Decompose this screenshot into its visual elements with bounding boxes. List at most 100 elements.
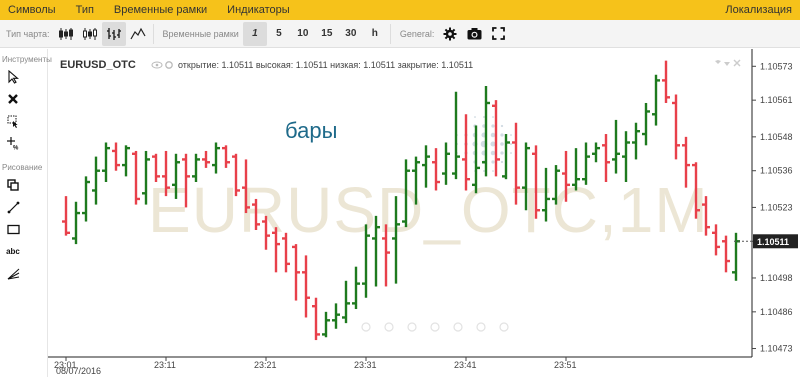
pointer-tool-button[interactable] xyxy=(1,66,25,88)
chevron-down-icon[interactable] xyxy=(724,62,730,66)
menu-indicators[interactable]: Индикаторы xyxy=(217,4,300,16)
ohlc-bar xyxy=(342,280,350,324)
watermark-logo-icon xyxy=(455,115,513,173)
time-axis[interactable]: 23:01 23:11 23:21 23:31 23:41 23:51 xyxy=(48,356,752,370)
tools-section-label: Инструменты xyxy=(2,55,52,64)
ohlc-bar xyxy=(732,232,740,281)
toolbar-divider xyxy=(152,23,154,44)
heart-icon[interactable] xyxy=(715,60,721,64)
ohlc-bar xyxy=(332,303,340,329)
ohlc-bar xyxy=(62,196,70,236)
price-tick-label: 1.10498 xyxy=(760,273,793,283)
copy-icon xyxy=(7,179,19,191)
fan-icon xyxy=(7,268,19,279)
chart-watermark: EURUSD_OTC,1M xyxy=(148,174,709,246)
close-icon[interactable] xyxy=(733,59,741,67)
rectangle-icon xyxy=(6,224,20,234)
ohlc-bar xyxy=(292,244,300,301)
logo-dot xyxy=(491,160,495,164)
bars-icon xyxy=(106,27,121,40)
fullscreen-icon xyxy=(491,27,505,40)
symbol-title: EURUSD_OTC xyxy=(60,59,136,71)
logo-dot xyxy=(510,134,512,136)
menu-localization[interactable]: Локализация xyxy=(715,4,800,16)
crosshair-icon: % xyxy=(6,136,19,150)
price-tick-label: 1.10561 xyxy=(760,95,793,105)
general-label: General: xyxy=(399,28,435,39)
crosshair-tool-button[interactable]: % xyxy=(1,132,25,154)
settings-small-icon[interactable] xyxy=(165,61,173,69)
chart-type-caption: бары xyxy=(285,118,337,143)
draw-section-label: Рисование xyxy=(2,163,43,172)
nav-dot-icon xyxy=(453,322,463,332)
menu-type[interactable]: Тип xyxy=(66,4,104,16)
fullscreen-button[interactable] xyxy=(486,22,510,46)
price-axis[interactable]: 1.10573 1.10561 1.10548 1.10536 1.10523 1.105… xyxy=(751,49,793,357)
ohlc-bar xyxy=(662,60,670,103)
chart-type-bars-button[interactable] xyxy=(101,21,126,46)
timeframe-h-button[interactable]: h xyxy=(363,22,387,46)
price-tick-label: 1.10473 xyxy=(760,344,793,354)
delete-tool-button[interactable] xyxy=(1,88,25,110)
price-chart[interactable]: EURUSD_OTC,1M бары 1.10573 1.10561 1.10548… xyxy=(48,49,800,377)
logo-dot xyxy=(500,142,504,146)
nav-dot-icon xyxy=(499,322,509,332)
ohlc-bar xyxy=(722,235,730,273)
price-tag-label: 1.10511 xyxy=(757,237,789,247)
ohlc-bar xyxy=(452,91,460,180)
ohlc-bar xyxy=(302,255,310,318)
ohlc-bar xyxy=(82,176,90,222)
settings-button[interactable] xyxy=(438,22,462,46)
zoom-select-tool-button[interactable] xyxy=(1,110,25,132)
time-tick-label: 23:21 xyxy=(254,360,277,370)
timeframe-5-button[interactable]: 5 xyxy=(267,22,291,46)
timeframe-1-button[interactable]: 1 xyxy=(242,21,267,46)
rectangle-tool-button[interactable] xyxy=(1,218,25,240)
trendline-tool-button[interactable] xyxy=(1,196,25,218)
ohlc-bar xyxy=(642,102,650,146)
nav-dot-icon xyxy=(361,322,371,332)
logo-dot xyxy=(490,141,496,147)
close-icon xyxy=(8,94,18,104)
logo-dot xyxy=(500,151,504,155)
chart-controls[interactable] xyxy=(715,59,741,67)
price-tick-label: 1.10573 xyxy=(760,61,793,71)
menu-symbols[interactable]: Символы xyxy=(0,4,66,16)
fan-tool-button[interactable] xyxy=(1,262,25,284)
ohlc-bar xyxy=(72,201,80,245)
trendline-icon xyxy=(7,201,19,213)
chart-type-candles-button[interactable] xyxy=(54,22,78,46)
chart-navigation-icons xyxy=(361,322,509,332)
ohlc-bar xyxy=(212,142,220,174)
ohlc-bar xyxy=(122,145,130,177)
ohlc-bar xyxy=(352,266,360,310)
toolbar-divider xyxy=(389,23,391,44)
text-tool-button[interactable]: abc xyxy=(1,240,25,262)
chart-type-line-button[interactable] xyxy=(126,22,150,46)
logo-dot xyxy=(474,116,476,118)
copy-tool-button[interactable] xyxy=(1,174,25,196)
text-tool-icon: abc xyxy=(6,246,20,256)
chart-type-hollow-candles-button[interactable] xyxy=(78,22,102,46)
ohlc-bar xyxy=(202,150,210,168)
menu-timeframes[interactable]: Временные рамки xyxy=(104,4,217,16)
nav-dot-icon xyxy=(430,322,440,332)
screenshot-button[interactable] xyxy=(462,22,486,46)
current-price-tag: 1.10511 xyxy=(734,234,798,249)
ohlc-bar xyxy=(102,142,110,183)
ohlc-bar xyxy=(652,74,660,126)
ohlc-bar xyxy=(612,119,620,174)
ohlc-bar xyxy=(132,150,140,205)
line-icon xyxy=(130,27,146,39)
eye-icon[interactable] xyxy=(151,61,163,69)
chart-type-label: Тип чарта: xyxy=(6,28,50,39)
ohlc-bar xyxy=(322,311,330,338)
timeframe-15-button[interactable]: 15 xyxy=(315,22,339,46)
logo-dot xyxy=(492,116,494,118)
logo-dot xyxy=(482,115,486,119)
timeframe-10-button[interactable]: 10 xyxy=(291,22,315,46)
ohlc-bar xyxy=(712,224,720,256)
ohlc-bar xyxy=(92,156,100,205)
logo-dot xyxy=(509,142,513,146)
timeframe-30-button[interactable]: 30 xyxy=(339,22,363,46)
